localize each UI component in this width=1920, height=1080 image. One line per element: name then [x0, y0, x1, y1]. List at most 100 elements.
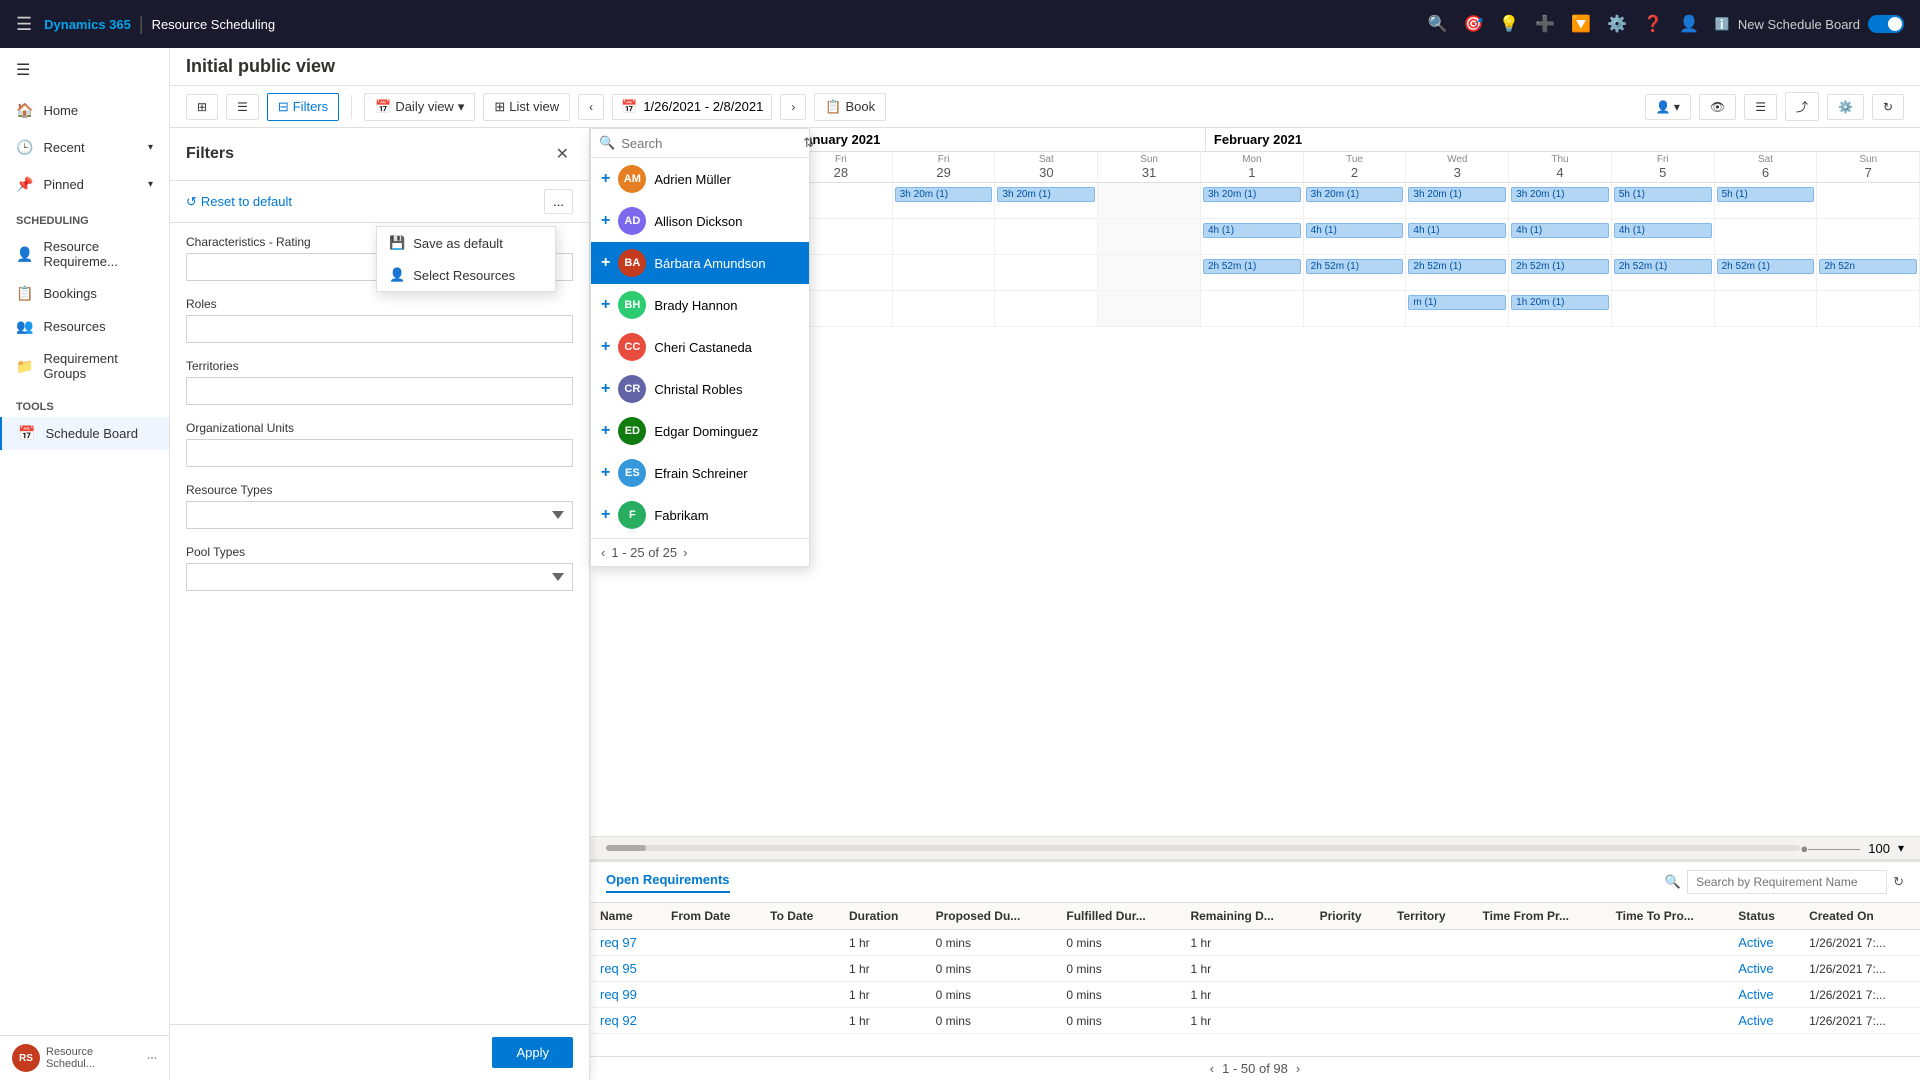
sidebar-pinned-label: Pinned [43, 177, 83, 192]
booking-cells-edgar: 2h 52m (1) 2h 52m (1) 2h 52m (1) 2h 52m … [790, 255, 1920, 290]
booking-day-5[interactable]: 3h 20m (1) [1201, 183, 1304, 218]
filters-footer: Apply [170, 1024, 589, 1080]
target-icon[interactable]: 🎯 [1463, 14, 1483, 34]
filter-icon[interactable]: 🔽 [1571, 14, 1591, 34]
next-date-button[interactable]: › [780, 94, 806, 120]
booking-day-8[interactable]: 3h 20m (1) [1509, 183, 1612, 218]
booking-day-2[interactable]: 3h 20m (1) [893, 183, 996, 218]
sidebar-item-requirement-groups[interactable]: 📁 Requirement Groups [0, 343, 169, 389]
filter-input-org-units[interactable] [186, 439, 573, 467]
sidebar-item-schedule-board[interactable]: 📅 Schedule Board [0, 417, 169, 450]
apply-button[interactable]: Apply [492, 1037, 573, 1068]
list-view-button[interactable]: ⊞ List view [483, 93, 570, 121]
daily-view-button[interactable]: 📅 Daily view ▾ [364, 93, 475, 121]
booking-day-9[interactable]: 5h (1) [1612, 183, 1715, 218]
col-remaining: Remaining D... [1180, 903, 1309, 930]
resource-item-allison[interactable]: + AD Allison Dickson [591, 200, 809, 242]
settings-icon[interactable]: ⚙️ [1607, 14, 1627, 34]
filter-input-territories[interactable] [186, 377, 573, 405]
hamburger-icon[interactable]: ☰ [16, 14, 32, 35]
booking-day-6[interactable]: 3h 20m (1) [1304, 183, 1407, 218]
filters-reset-button[interactable]: ↺ Reset to default [186, 194, 292, 210]
resource-item-cheri[interactable]: + CC Cheri Castaneda [591, 326, 809, 368]
req-refresh-icon[interactable]: ↻ [1893, 874, 1904, 890]
resource-item-edgar[interactable]: + ED Edgar Dominguez [591, 410, 809, 452]
search-icon[interactable]: 🔍 [1428, 14, 1448, 34]
filters-close-button[interactable]: ✕ [552, 140, 573, 168]
avatar-adrien: AM [618, 165, 646, 193]
booking-christal-7[interactable]: 4h (1) [1406, 219, 1509, 254]
toolbar-eye-button[interactable]: 👁 [1699, 94, 1736, 120]
sidebar-item-resources[interactable]: 👥 Resources [0, 310, 169, 343]
sidebar-schedule-board-label: Schedule Board [45, 426, 138, 441]
row1-status: Active [1728, 930, 1799, 956]
list-view-small-button[interactable]: ☰ [226, 94, 259, 120]
horizontal-scrollbar[interactable] [606, 845, 1800, 851]
toolbar-person-icon-button[interactable]: 👤 ▾ [1645, 94, 1691, 120]
resource-item-efrain[interactable]: + ES Efrain Schreiner [591, 452, 809, 494]
sidebar-section-tools: Tools [0, 389, 169, 417]
add-icon-fabrikam: + [601, 506, 610, 524]
req-search-input[interactable] [1687, 870, 1887, 894]
toolbar-refresh-button[interactable]: ↻ [1872, 94, 1904, 120]
req-prev-icon[interactable]: ‹ [1210, 1061, 1214, 1076]
resource-item-christal[interactable]: + CR Christal Robles [591, 368, 809, 410]
filters-button[interactable]: ⊟ Filters [267, 93, 339, 121]
day-thu4: Thu4 [1509, 152, 1612, 182]
filter-select-resource-types[interactable] [186, 501, 573, 529]
new-schedule-toggle-switch[interactable] [1868, 15, 1904, 33]
plus-icon[interactable]: ➕ [1535, 14, 1555, 34]
filter-select-pool-types[interactable] [186, 563, 573, 591]
table-row: req 97 1 hr 0 mins 0 mins 1 hr Active [590, 930, 1920, 956]
toolbar-columns-button[interactable]: ☰ [1744, 94, 1777, 120]
add-icon-barbara: + [601, 254, 610, 272]
resource-sort-icon[interactable]: ⇅ [803, 135, 814, 151]
table-row: req 92 1 hr 0 mins 0 mins 1 hr Active [590, 1008, 1920, 1034]
resource-prev-icon[interactable]: ‹ [601, 545, 605, 560]
sidebar-item-resource-requirements[interactable]: 👤 Resource Requireme... [0, 231, 169, 277]
resource-item-barbara[interactable]: + BA Bárbara Amundson [591, 242, 809, 284]
filter-label-org-units: Organizational Units [186, 421, 573, 435]
filters-more-button[interactable]: ... 💾 Save as default 👤 Select Resources [544, 189, 573, 214]
context-select-resources[interactable]: 👤 Select Resources [377, 259, 555, 291]
context-save-default[interactable]: 💾 Save as default [377, 227, 555, 259]
col-fulfilled: Fulfilled Dur... [1056, 903, 1180, 930]
filter-label-roles: Roles [186, 297, 573, 311]
toolbar-gear-button[interactable]: ⚙️ [1827, 94, 1864, 120]
sidebar-item-recent[interactable]: 🕒 Recent ▾ [0, 129, 169, 166]
lightbulb-icon[interactable]: 💡 [1499, 14, 1519, 34]
resource-search-input[interactable] [621, 136, 797, 151]
resource-next-icon[interactable]: › [683, 545, 687, 560]
open-requirements-tab[interactable]: Open Requirements [606, 872, 730, 893]
filter-label-pool-types: Pool Types [186, 545, 573, 559]
row1-name: req 97 [590, 930, 661, 956]
toolbar-share-button[interactable]: ⤴ [1785, 92, 1819, 121]
resource-dropdown: 🔍 ⇅ + AM Adrien Müller + AD Allison Dick… [590, 128, 810, 567]
resource-item-adrien[interactable]: + AM Adrien Müller [591, 158, 809, 200]
prev-date-button[interactable]: ‹ [578, 94, 604, 120]
booking-christal-5[interactable]: 4h (1) [1201, 219, 1304, 254]
help-icon[interactable]: ❓ [1643, 14, 1663, 34]
sidebar-item-bookings[interactable]: 📋 Bookings [0, 277, 169, 310]
profile-icon[interactable]: 👤 [1679, 14, 1699, 34]
booking-christal-8[interactable]: 4h (1) [1509, 219, 1612, 254]
grid-view-button[interactable]: ⊞ [186, 94, 218, 120]
booking-day-3[interactable]: 3h 20m (1) [995, 183, 1098, 218]
booking-day-7[interactable]: 3h 20m (1) [1406, 183, 1509, 218]
resource-item-brady[interactable]: + BH Brady Hannon [591, 284, 809, 326]
sidebar-item-home[interactable]: 🏠 Home [0, 92, 169, 129]
resource-item-fabrikam[interactable]: + F Fabrikam [591, 494, 809, 536]
booking-day-10[interactable]: 5h (1) [1715, 183, 1818, 218]
footer-expand-icon[interactable]: ⋯ [147, 1053, 157, 1064]
zoom-slider[interactable]: ●———— [1800, 841, 1860, 856]
zoom-expand-icon[interactable]: ▾ [1898, 841, 1904, 855]
booking-christal-9[interactable]: 4h (1) [1612, 219, 1715, 254]
booking-christal-6[interactable]: 4h (1) [1304, 219, 1407, 254]
filter-input-roles[interactable] [186, 315, 573, 343]
col-status: Status [1728, 903, 1799, 930]
sidebar-hamburger[interactable]: ☰ [0, 48, 169, 92]
book-button[interactable]: 📋 Book [814, 93, 886, 121]
scroll-thumb [606, 845, 646, 851]
sidebar-item-pinned[interactable]: 📌 Pinned ▾ [0, 166, 169, 203]
req-next-icon[interactable]: › [1296, 1061, 1300, 1076]
